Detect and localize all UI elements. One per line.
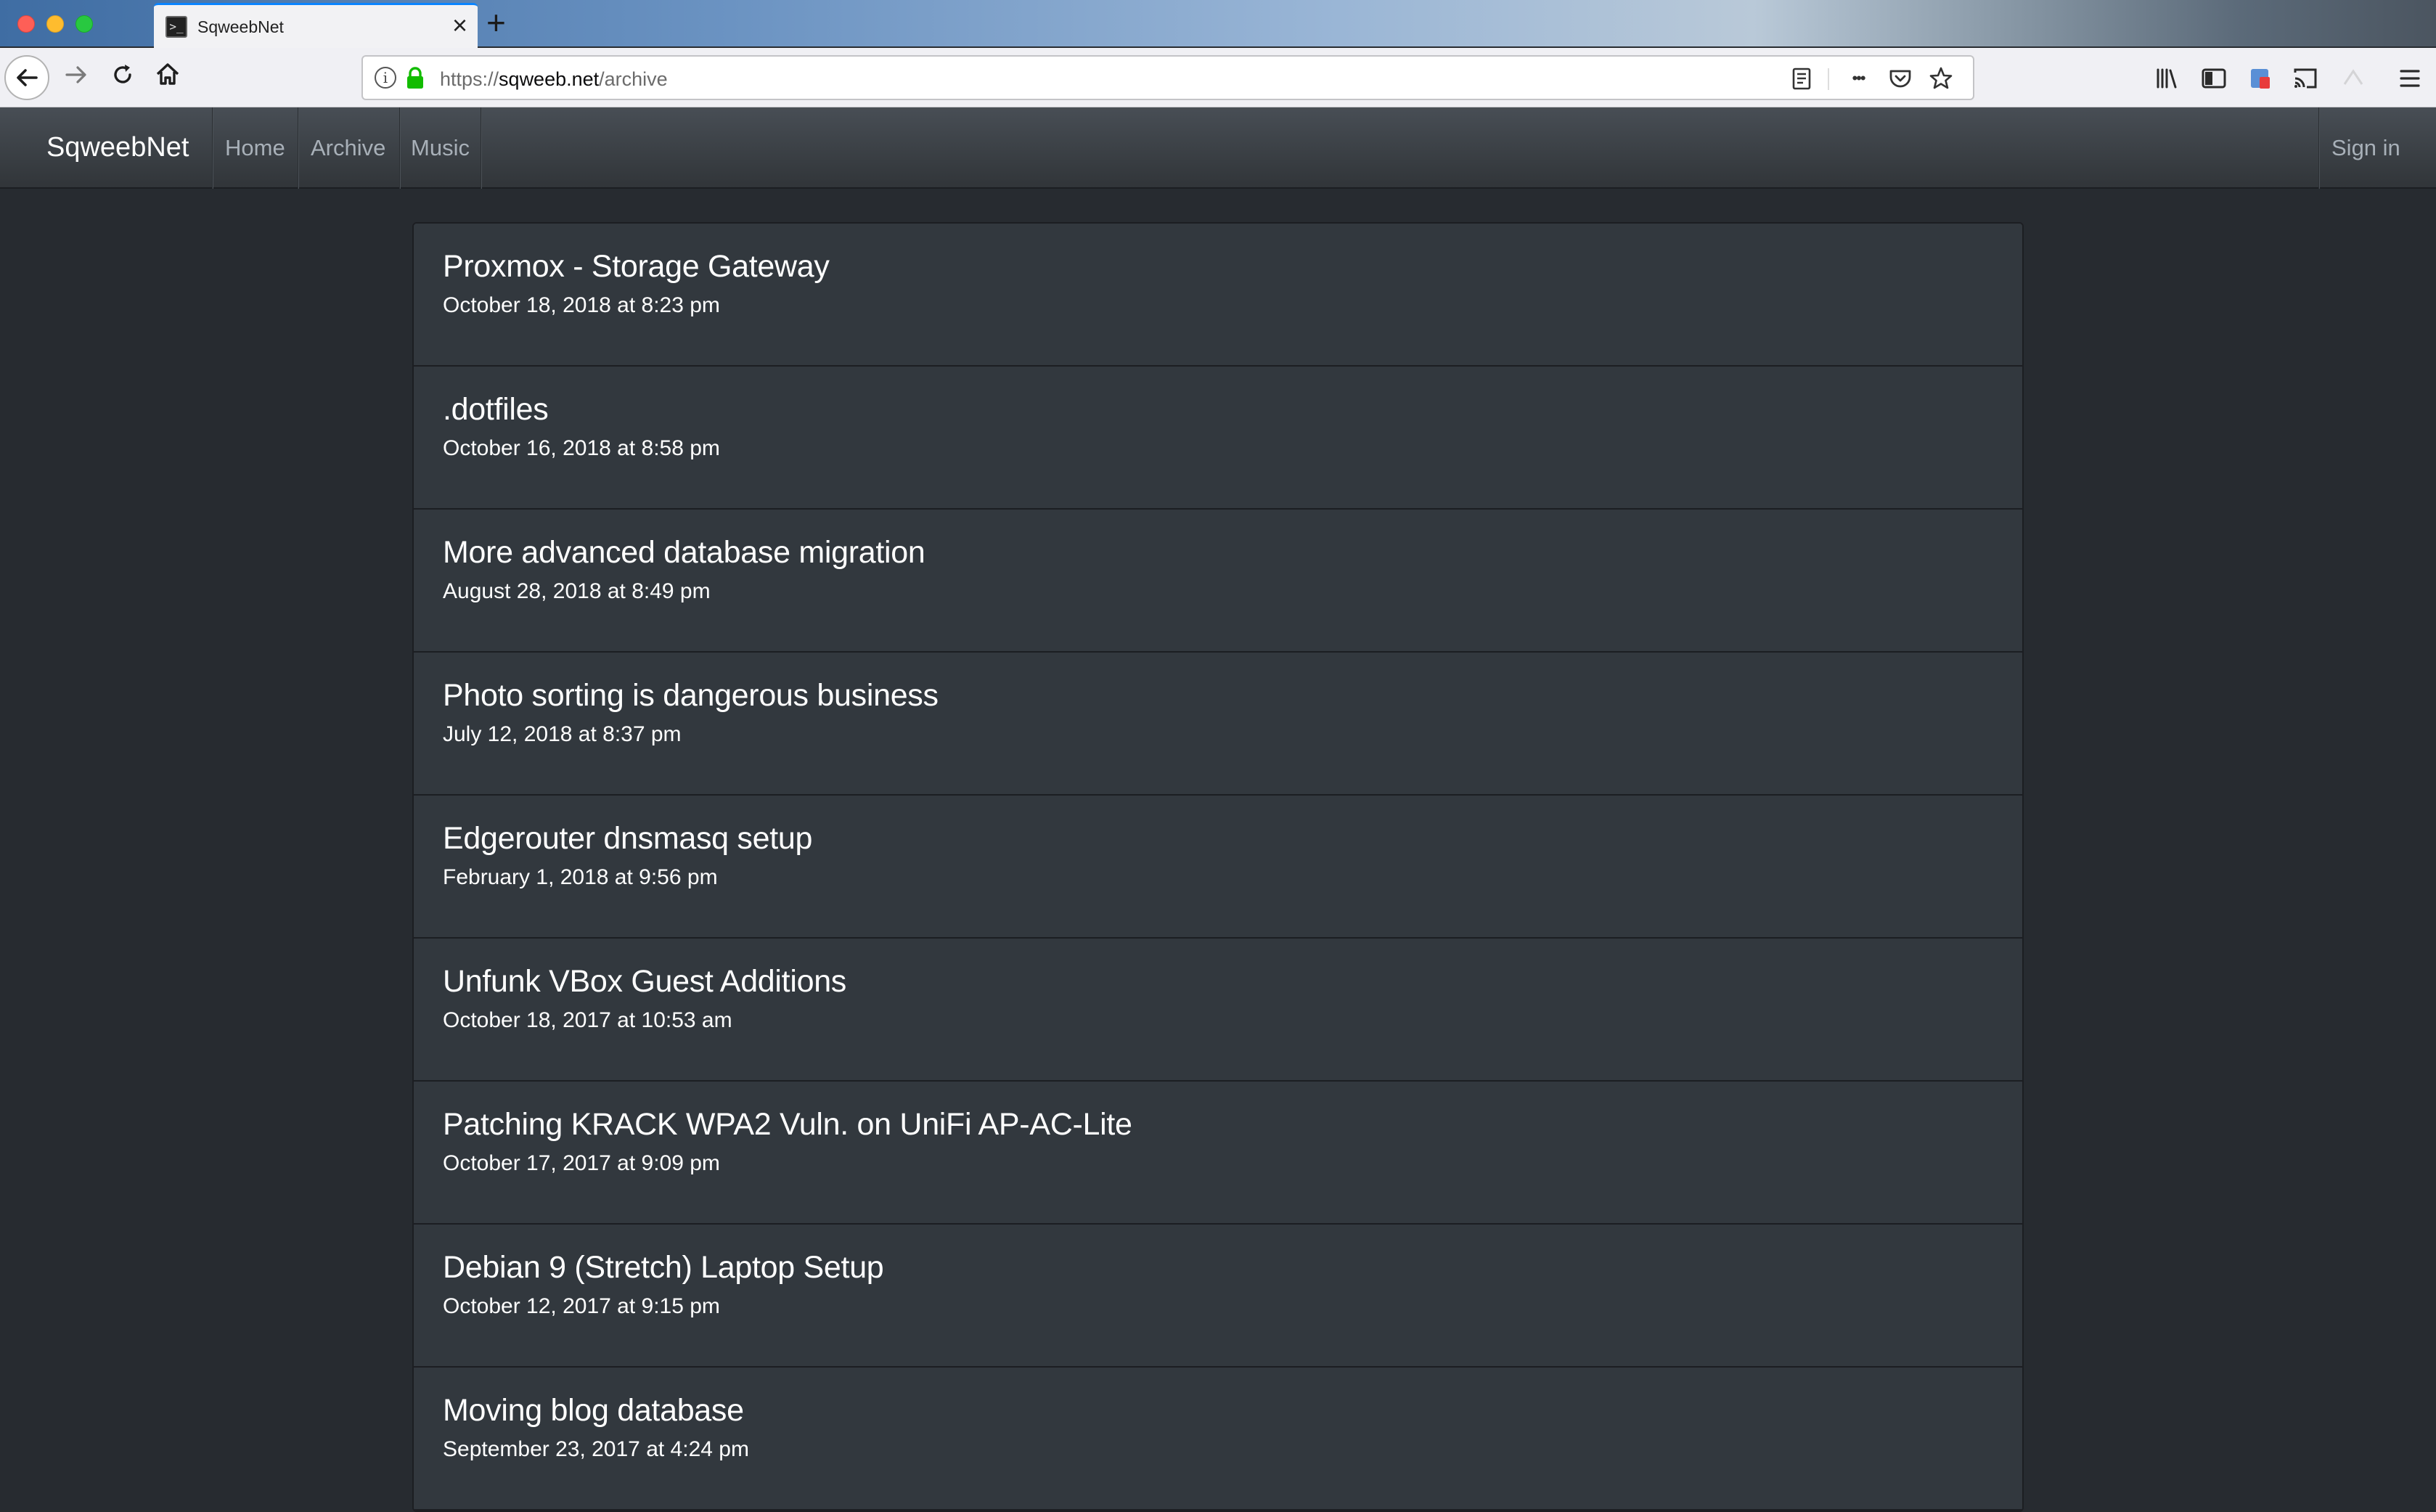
cast-icon[interactable] [2289, 62, 2321, 94]
url-host: sqweeb.net [499, 68, 600, 90]
container-extension-icon[interactable] [2244, 62, 2276, 94]
browser-tab-strip: >_ SqweebNet × + [0, 0, 2436, 48]
list-item[interactable]: Photo sorting is dangerous business July… [414, 653, 2022, 796]
list-item[interactable]: Edgerouter dnsmasq setup February 1, 201… [414, 796, 2022, 939]
post-title[interactable]: Patching KRACK WPA2 Vuln. on UniFi AP-AC… [443, 1103, 2022, 1145]
post-date: September 23, 2017 at 4:24 pm [443, 1437, 749, 1461]
post-title[interactable]: Debian 9 (Stretch) Laptop Setup [443, 1246, 2022, 1288]
arrow-left-icon [17, 69, 38, 86]
arrow-right-icon [65, 66, 86, 83]
url-scheme: https:// [440, 68, 499, 90]
post-date: October 18, 2018 at 8:23 pm [443, 293, 720, 317]
home-button[interactable] [150, 61, 186, 93]
new-tab-button[interactable]: + [486, 4, 506, 41]
url-text[interactable]: https://sqweeb.net/archive [440, 68, 668, 91]
list-item[interactable]: Patching KRACK WPA2 Vuln. on UniFi AP-AC… [414, 1082, 2022, 1225]
browser-toolbar: i https://sqweeb.net/archive ••• [0, 48, 2436, 107]
more-actions-icon[interactable]: ••• [1845, 65, 1871, 91]
site-info-icon[interactable]: i [375, 67, 396, 89]
list-item[interactable]: Proxmox - Storage Gateway October 18, 20… [414, 224, 2022, 367]
back-button[interactable] [4, 55, 49, 100]
post-title[interactable]: Edgerouter dnsmasq setup [443, 817, 2022, 859]
site-navbar: SqweebNet Home Archive Music Sign in [0, 107, 2436, 189]
reload-button[interactable] [105, 62, 141, 93]
hamburger-menu-icon[interactable] [2394, 62, 2426, 94]
url-actions: ••• [1789, 65, 1963, 91]
bookmark-star-icon[interactable] [1928, 65, 1954, 91]
nav-link-archive[interactable]: Archive [311, 135, 385, 161]
sign-in-link[interactable]: Sign in [2331, 135, 2400, 161]
browser-tab[interactable]: >_ SqweebNet × [154, 3, 478, 48]
reader-view-icon[interactable] [1789, 65, 1815, 91]
post-title[interactable]: Photo sorting is dangerous business [443, 674, 2022, 716]
list-item[interactable]: Moving blog database September 23, 2017 … [414, 1368, 2022, 1511]
tab-title: SqweebNet [197, 17, 284, 36]
site-brand-link[interactable]: SqweebNet [46, 132, 189, 163]
home-icon [156, 63, 179, 85]
pocket-icon[interactable] [1887, 65, 1913, 91]
list-item[interactable]: Unfunk VBox Guest Additions October 18, … [414, 939, 2022, 1082]
close-window-button[interactable] [17, 15, 35, 33]
nav-divider [298, 107, 299, 189]
archive-post-list: Proxmox - Storage Gateway October 18, 20… [412, 222, 2024, 1512]
post-title[interactable]: More advanced database migration [443, 531, 2022, 573]
library-icon[interactable] [2151, 62, 2183, 94]
url-actions-divider [1828, 68, 1829, 90]
post-title[interactable]: Proxmox - Storage Gateway [443, 245, 2022, 287]
post-date: August 28, 2018 at 8:49 pm [443, 579, 711, 603]
url-bar[interactable]: i https://sqweeb.net/archive ••• [361, 55, 1974, 100]
post-title[interactable]: .dotfiles [443, 388, 2022, 430]
post-date: October 17, 2017 at 9:09 pm [443, 1151, 720, 1175]
list-item[interactable]: Debian 9 (Stretch) Laptop Setup October … [414, 1225, 2022, 1368]
terminal-favicon-icon: >_ [165, 16, 187, 38]
post-date: July 12, 2018 at 8:37 pm [443, 722, 682, 746]
post-title[interactable]: Moving blog database [443, 1389, 2022, 1431]
lock-icon[interactable] [406, 67, 424, 90]
post-date: October 18, 2017 at 10:53 am [443, 1008, 732, 1032]
nav-divider [481, 107, 482, 189]
list-item[interactable]: .dotfiles October 16, 2018 at 8:58 pm [414, 367, 2022, 510]
reload-icon [114, 65, 131, 83]
nav-link-home[interactable]: Home [225, 135, 285, 161]
post-date: October 12, 2017 at 9:15 pm [443, 1294, 720, 1318]
minimize-window-button[interactable] [46, 15, 64, 33]
nav-divider [2318, 107, 2320, 189]
sidebar-icon[interactable] [2198, 62, 2230, 94]
nav-divider [212, 107, 213, 189]
nav-link-music[interactable]: Music [411, 135, 470, 161]
post-title[interactable]: Unfunk VBox Guest Additions [443, 960, 2022, 1002]
close-tab-icon[interactable]: × [452, 11, 467, 40]
nav-divider [399, 107, 401, 189]
post-date: February 1, 2018 at 9:56 pm [443, 865, 718, 889]
zoom-window-button[interactable] [75, 15, 93, 33]
list-item[interactable]: More advanced database migration August … [414, 510, 2022, 653]
url-path: /archive [599, 68, 668, 90]
extension-ghost-icon[interactable] [2337, 62, 2369, 94]
post-date: October 16, 2018 at 8:58 pm [443, 436, 720, 460]
forward-button[interactable] [58, 62, 94, 93]
